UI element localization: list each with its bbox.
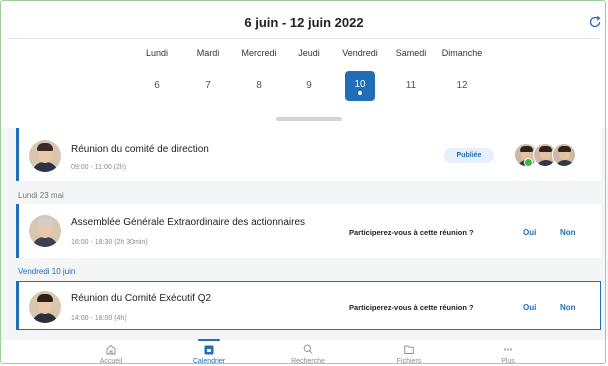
day-date-11[interactable]: 11 [396, 80, 426, 91]
day-date-7[interactable]: 7 [193, 80, 223, 91]
tab-label: Calendrier [192, 358, 226, 365]
day-name-sunday: Dimanche [441, 48, 483, 58]
avatar [29, 215, 61, 247]
meeting-title: Réunion du comité de direction [71, 144, 209, 155]
participants-avatars [514, 143, 578, 167]
meeting-list: Réunion du comité de direction 09:00 - 1… [0, 128, 608, 340]
avatar [29, 291, 61, 323]
day-date-9[interactable]: 9 [294, 80, 324, 91]
day-name-thursday: Jeudi [298, 48, 320, 58]
attendance-question: Participerez-vous à cette réunion ? [349, 228, 474, 237]
section-date: Vendredi 10 juin [18, 267, 76, 276]
calendar-icon [204, 345, 214, 355]
meeting-card[interactable]: Assemblée Générale Extraordinaire des ac… [16, 204, 601, 258]
no-button[interactable]: Non [560, 303, 576, 312]
bottom-tab-bar: Accueil Calendrier Recherche Fichiers Pl… [0, 339, 608, 366]
avatar [29, 140, 61, 172]
tab-fichiers[interactable]: Fichiers [369, 340, 449, 366]
active-tab-indicator [198, 339, 220, 341]
avatar [552, 143, 576, 167]
selected-date-label: 10 [354, 79, 366, 90]
tab-label: Accueil [99, 358, 123, 365]
meeting-card[interactable]: Réunion du comité de direction 09:00 - 1… [16, 128, 601, 181]
day-date-8[interactable]: 8 [244, 80, 274, 91]
meeting-time: 14:00 - 18:00 (4h) [71, 315, 127, 322]
no-button[interactable]: Non [560, 228, 576, 237]
online-status-icon [524, 158, 533, 167]
section-date: Lundi 23 mai [18, 191, 64, 200]
tab-plus[interactable]: Plus [468, 340, 548, 366]
meeting-time: 09:00 - 11:00 (2h) [71, 164, 127, 171]
attendance-question: Participerez-vous à cette réunion ? [349, 303, 474, 312]
event-dot [358, 91, 362, 95]
tab-label: Fichiers [396, 358, 422, 365]
day-name-friday: Vendredi [342, 48, 378, 58]
day-date-6[interactable]: 6 [142, 80, 172, 91]
folder-icon [404, 345, 414, 354]
yes-button[interactable]: Oui [523, 228, 536, 237]
tab-calendrier[interactable]: Calendrier [169, 339, 249, 366]
tab-label: Recherche [291, 358, 325, 365]
week-range-title: 6 juin - 12 juin 2022 [244, 15, 364, 30]
drag-handle[interactable] [276, 117, 342, 121]
status-badge: Publiée [444, 148, 494, 163]
meeting-time: 16:00 - 18:30 (2h 30min) [71, 239, 148, 246]
day-name-monday: Lundi [145, 48, 169, 58]
tab-recherche[interactable]: Recherche [268, 340, 348, 366]
week-header: 6 juin - 12 juin 2022 Lundi Mardi Mercre… [0, 0, 608, 128]
meeting-title: Assemblée Générale Extraordinaire des ac… [71, 217, 306, 228]
day-name-saturday: Samedi [395, 48, 427, 58]
header-divider [8, 38, 600, 39]
yes-button[interactable]: Oui [523, 303, 536, 312]
day-name-wednesday: Mercredi [241, 48, 277, 58]
day-name-tuesday: Mardi [196, 48, 220, 58]
meeting-title: Réunion du Comité Exécutif Q2 [71, 293, 212, 304]
home-icon [106, 344, 116, 355]
search-icon [303, 344, 313, 354]
meeting-card[interactable]: Réunion du Comité Exécutif Q2 14:00 - 18… [16, 281, 601, 330]
more-icon [503, 348, 513, 351]
refresh-icon[interactable] [588, 15, 602, 29]
day-date-12[interactable]: 12 [447, 80, 477, 91]
tab-label: Plus [501, 358, 515, 365]
tab-accueil[interactable]: Accueil [71, 340, 151, 366]
day-date-10-selected[interactable]: 10 [345, 71, 375, 101]
